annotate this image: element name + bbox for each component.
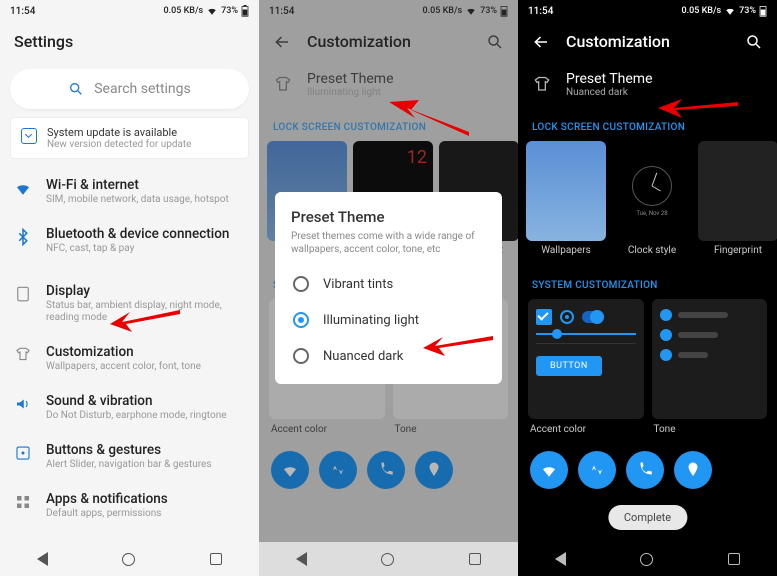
shirt-icon <box>532 75 552 95</box>
search-input[interactable]: Search settings <box>10 69 249 109</box>
search-icon <box>68 81 84 97</box>
sound-icon <box>14 395 32 413</box>
lock-screen-thumbs: Wallpapers Tue, Nov 28Clock style Finger… <box>518 141 777 256</box>
nav-home-icon[interactable] <box>640 553 653 566</box>
nav-back-icon[interactable] <box>296 552 307 566</box>
nav-home-icon[interactable] <box>381 553 394 566</box>
battery-icon <box>241 5 249 17</box>
nav-bar <box>0 542 259 576</box>
customization-screen-dark: 11:54 0.05 KB/s 73% Customization Preset… <box>518 0 777 576</box>
download-icon <box>21 128 37 144</box>
header: Settings <box>0 22 259 61</box>
nav-recents-icon[interactable] <box>728 553 740 565</box>
radio-icon <box>293 348 309 364</box>
toast: Complete <box>608 505 687 530</box>
checkbox-icon <box>536 309 552 325</box>
preset-theme-dialog: Preset Theme Preset themes come with a w… <box>275 192 502 384</box>
option-nuanced[interactable]: Nuanced dark <box>291 338 486 374</box>
option-vibrant[interactable]: Vibrant tints <box>291 266 486 302</box>
option-illuminating[interactable]: Illuminating light <box>291 302 486 338</box>
page-title: Settings <box>14 32 245 51</box>
row-bluetooth[interactable]: Bluetooth & device connection NFC, cast,… <box>0 216 259 265</box>
row-wifi[interactable]: Wi-Fi & internet SIM, mobile network, da… <box>0 167 259 216</box>
qs-wifi-icon[interactable] <box>530 451 568 489</box>
preset-theme-row[interactable]: Preset Theme Nuanced dark <box>518 61 777 108</box>
wifi-icon <box>14 179 32 197</box>
back-icon[interactable] <box>532 33 550 51</box>
nav-back-icon[interactable] <box>37 552 48 566</box>
slider-icon <box>536 333 636 335</box>
customization-screen-light: 11:54 0.05 KB/s 73% Customization Preset… <box>259 0 518 576</box>
qs-data-icon[interactable] <box>578 451 616 489</box>
toggle-icon <box>582 311 604 323</box>
search-icon[interactable] <box>745 33 763 51</box>
thumb-fingerprint[interactable]: Fingerprint <box>698 141 777 256</box>
sample-button: BUTTON <box>536 356 602 376</box>
wifi-icon <box>724 6 736 16</box>
battery-icon <box>759 5 767 17</box>
status-right: 0.05 KB/s 73% <box>164 5 249 17</box>
row-display[interactable]: Display Status bar, ambient display, nig… <box>0 273 259 334</box>
radio-icon <box>293 312 309 328</box>
status-bar: 11:54 0.05 KB/s 73% <box>518 0 777 22</box>
display-icon <box>14 285 32 303</box>
header: Customization <box>518 22 777 61</box>
bluetooth-icon <box>14 228 32 246</box>
qs-location-icon[interactable] <box>674 451 712 489</box>
nav-recents-icon[interactable] <box>469 553 481 565</box>
nav-back-icon[interactable] <box>555 552 566 566</box>
shirt-icon <box>14 346 32 364</box>
row-customization[interactable]: Customization Wallpapers, accent color, … <box>0 334 259 383</box>
nav-bar <box>518 542 777 576</box>
thumb-clock[interactable]: Tue, Nov 28Clock style <box>612 141 692 256</box>
settings-screen: 11:54 0.05 KB/s 73% Settings Search sett… <box>0 0 259 576</box>
nav-recents-icon[interactable] <box>210 553 222 565</box>
nav-bar <box>259 542 518 576</box>
status-bar: 11:54 0.05 KB/s 73% <box>0 0 259 22</box>
qs-phone-icon[interactable] <box>626 451 664 489</box>
nav-home-icon[interactable] <box>122 553 135 566</box>
gestures-icon <box>14 444 32 462</box>
row-apps[interactable]: Apps & notifications Default apps, permi… <box>0 481 259 530</box>
card-tone[interactable]: Tone <box>652 299 768 419</box>
radio-icon <box>293 276 309 292</box>
section-lock-screen: LOCK SCREEN CUSTOMIZATION <box>518 108 777 141</box>
card-accent[interactable]: BUTTON Accent color <box>528 299 644 419</box>
row-buttons[interactable]: Buttons & gestures Alert Slider, navigat… <box>0 432 259 481</box>
apps-icon <box>14 493 32 511</box>
section-system: SYSTEM CUSTOMIZATION <box>518 266 777 299</box>
modal-overlay[interactable]: Preset Theme Preset themes come with a w… <box>259 0 518 576</box>
thumb-wallpapers[interactable]: Wallpapers <box>526 141 606 256</box>
system-cards: BUTTON Accent color Tone <box>518 299 777 419</box>
radio-icon <box>560 310 574 324</box>
wifi-icon <box>206 6 218 16</box>
row-sound[interactable]: Sound & vibration Do Not Disturb, earpho… <box>0 383 259 432</box>
system-update-card[interactable]: System update is available New version d… <box>10 117 249 159</box>
clock-text: 11:54 <box>10 6 35 17</box>
